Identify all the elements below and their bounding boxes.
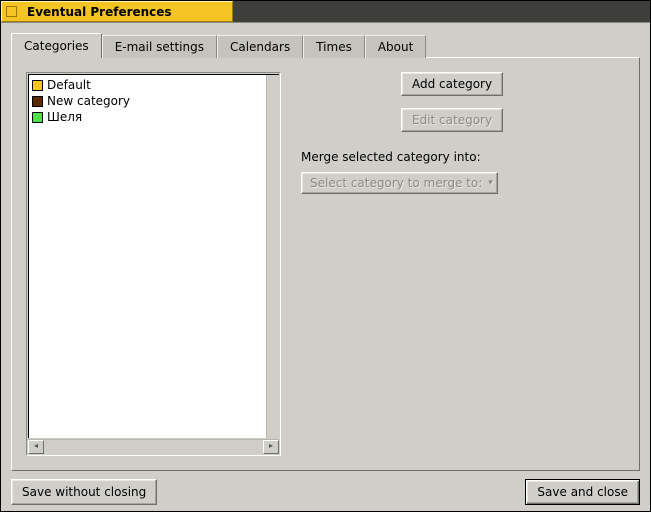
- combobox-placeholder: Select category to merge to:: [310, 176, 482, 190]
- vertical-scrollbar[interactable]: [266, 75, 279, 438]
- title-tab: Eventual Preferences: [1, 1, 233, 22]
- category-listbox[interactable]: Default New category Шеля: [28, 74, 279, 438]
- category-list-column: Default New category Шеля: [26, 72, 281, 456]
- tab-times[interactable]: Times: [303, 35, 365, 58]
- list-item-label: Default: [47, 78, 91, 92]
- horizontal-scrollbar[interactable]: ◂ ▸: [28, 439, 279, 454]
- category-actions-column: Add category Edit category Merge selecte…: [281, 72, 625, 456]
- tabstrip: Categories E-mail settings Calendars Tim…: [11, 33, 640, 57]
- tabpanel-categories: Default New category Шеля: [11, 57, 640, 471]
- save-without-closing-button[interactable]: Save without closing: [11, 479, 157, 505]
- scroll-left-button[interactable]: ◂: [28, 440, 44, 454]
- merge-target-combobox[interactable]: Select category to merge to: ▾: [301, 172, 498, 194]
- chevron-down-icon: ▾: [488, 178, 493, 188]
- color-swatch-icon: [32, 80, 43, 91]
- merge-label: Merge selected category into:: [301, 150, 481, 164]
- client-area: Categories E-mail settings Calendars Tim…: [1, 22, 650, 511]
- category-list-items: Default New category Шеля: [30, 77, 267, 438]
- category-listbox-frame: Default New category Шеля: [26, 72, 281, 456]
- color-swatch-icon: [32, 96, 43, 107]
- app-icon: [6, 6, 17, 17]
- tab-calendars[interactable]: Calendars: [217, 35, 303, 58]
- list-item[interactable]: New category: [30, 93, 267, 109]
- window-title: Eventual Preferences: [27, 5, 172, 19]
- tab-email-settings[interactable]: E-mail settings: [102, 35, 217, 58]
- scroll-right-button[interactable]: ▸: [263, 440, 279, 454]
- color-swatch-icon: [32, 112, 43, 123]
- list-item[interactable]: Шеля: [30, 109, 267, 125]
- list-item-label: Шеля: [47, 110, 82, 124]
- list-item[interactable]: Default: [30, 77, 267, 93]
- titlebar[interactable]: Eventual Preferences: [1, 1, 650, 22]
- list-item-label: New category: [47, 94, 130, 108]
- add-category-button[interactable]: Add category: [401, 72, 503, 96]
- save-and-close-button[interactable]: Save and close: [525, 479, 640, 505]
- tab-categories[interactable]: Categories: [11, 33, 102, 58]
- edit-category-button[interactable]: Edit category: [401, 108, 503, 132]
- preferences-window: Eventual Preferences Categories E-mail s…: [0, 0, 651, 512]
- bottom-button-bar: Save without closing Save and close: [11, 471, 640, 505]
- tab-about[interactable]: About: [365, 35, 426, 58]
